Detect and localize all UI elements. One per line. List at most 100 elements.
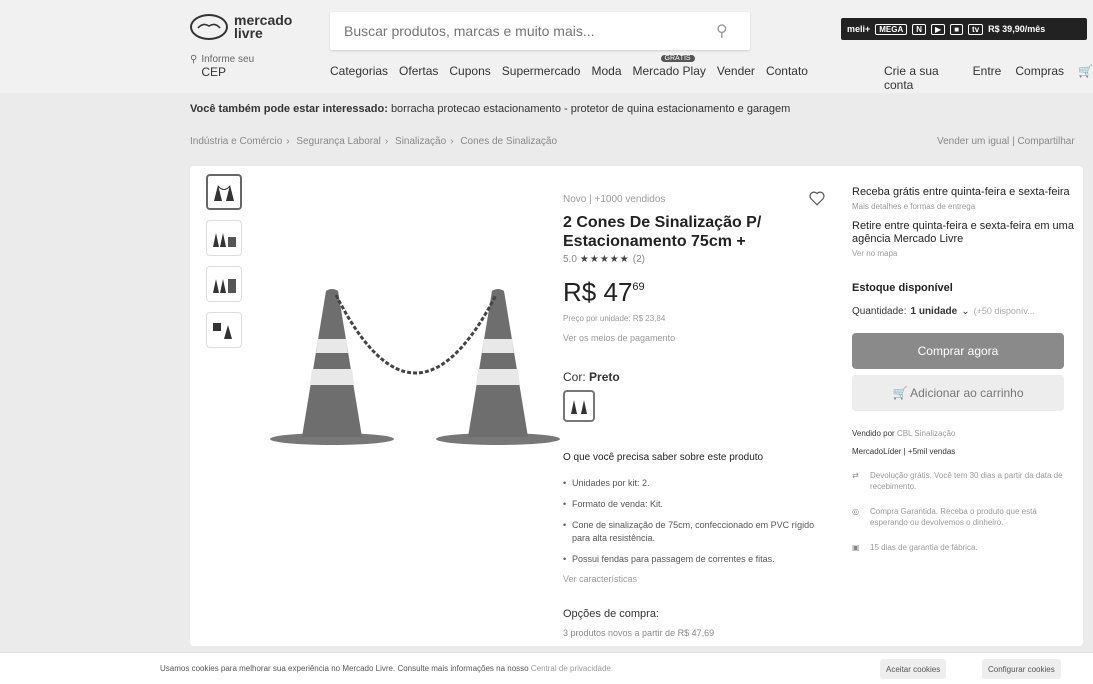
price-currency: R$ — [563, 277, 597, 307]
location-label: Informe seu — [201, 54, 255, 65]
breadcrumb-item[interactable]: Indústria e Comércio — [190, 136, 282, 147]
breadcrumb: Indústria e Comércio › Segurança Laboral ›… — [190, 136, 557, 147]
seller-badge: MercadoLíder — [852, 447, 902, 456]
breadcrumb-item[interactable]: Sinalização — [395, 136, 446, 147]
guarantee-text: Compra Garantida. Receba o produto que e… — [870, 507, 1037, 527]
promo-brand: meli+ — [847, 24, 871, 34]
product-main-image[interactable] — [250, 261, 580, 451]
return-policy: ⇄ Devolução grátis. Você tem 30 dias a p… — [852, 470, 1074, 492]
quantity-selector[interactable]: Quantidade: 1 unidade ⌄ (+50 disponív... — [852, 306, 1074, 317]
see-map-link[interactable]: Ver no mapa — [852, 249, 1074, 258]
buy-options-link[interactable]: 3 produtos novos a partir de R$ 47,69 — [563, 628, 823, 638]
feature-item: Formato de venda: Kit. — [563, 498, 823, 511]
cookie-message: Usamos cookies para melhorar sua experiê… — [160, 664, 613, 673]
stock-title: Estoque disponível — [852, 282, 953, 294]
seller-name-link[interactable]: CBL Sinalização — [897, 429, 955, 438]
quantity-available: (+50 disponív... — [973, 306, 1035, 316]
features-title: O que você precisa saber sobre este prod… — [563, 452, 764, 463]
color-swatch-preto[interactable] — [563, 390, 595, 422]
account-links: Crie a sua conta Entre Compras 🛒 — [884, 64, 1093, 92]
product-features: O que você precisa saber sobre este prod… — [563, 452, 823, 638]
sell-share-links: Vender um igual | Compartilhar — [937, 136, 1075, 147]
search-icon[interactable]: ⚲ — [716, 21, 736, 41]
header: mercadolivre ⚲ meli+ MEGA N ▶ ■ tv R$ 39… — [0, 0, 1093, 93]
cookie-text: Usamos cookies para melhorar sua experiê… — [160, 664, 529, 673]
rating-value: 5.0 — [563, 254, 577, 265]
shipping-info: Receba grátis entre quinta-feira e sexta… — [852, 186, 1070, 198]
play-tag: GRÁTIS — [660, 55, 695, 62]
product-price: R$ 4769 — [563, 277, 833, 308]
feature-item: Unidades por kit: 2. — [563, 477, 823, 490]
nav-vender[interactable]: Vender — [717, 64, 755, 78]
search-bar[interactable]: ⚲ — [330, 12, 750, 50]
see-characteristics-link[interactable]: Ver características — [563, 574, 823, 584]
configure-cookies-button[interactable]: Configurar cookies — [982, 659, 1061, 679]
chevron-down-icon: ⌄ — [961, 306, 970, 317]
location-selector[interactable]: ⚲ Informe seu CEP — [190, 54, 254, 79]
thumbnail-1[interactable] — [206, 174, 242, 210]
color-label: Cor: Preto — [563, 370, 833, 384]
add-to-cart-label: Adicionar ao carrinho — [910, 386, 1024, 400]
location-pin-icon: ⚲ — [190, 54, 198, 65]
breadcrumb-item[interactable]: Segurança Laboral — [296, 136, 381, 147]
breadcrumb-item[interactable]: Cones de Sinalização — [460, 136, 557, 147]
nav-categorias[interactable]: Categorias — [330, 64, 388, 78]
thumbnail-3[interactable] — [206, 266, 242, 302]
promo-price: R$ 39,90/mês — [988, 24, 1046, 34]
payment-methods-link[interactable]: Ver os meios de pagamento — [563, 333, 833, 343]
related-searches: Você também pode estar interessado: borr… — [190, 103, 790, 115]
quantity-label: Quantidade: — [852, 306, 907, 317]
seller-info: Vendido por CBL Sinalização — [852, 429, 1074, 438]
shipping-details-link[interactable]: Mais detalhes e formas de entrega — [852, 202, 1074, 211]
badge-icon: ▣ — [852, 543, 860, 552]
shield-check-icon: ◎ — [852, 507, 859, 516]
cart-icon[interactable]: 🛒 — [1078, 64, 1093, 92]
factory-warranty: ▣ 15 dias de garantia de fábrica. — [852, 542, 1074, 553]
add-to-cart-button[interactable]: 🛒 Adicionar ao carrinho — [852, 375, 1064, 411]
buy-now-button[interactable]: Comprar agora — [852, 333, 1064, 369]
seller-label: Vendido por — [852, 429, 895, 438]
nav-contato[interactable]: Contato — [766, 64, 808, 78]
privacy-center-link[interactable]: Central de privacidade. — [531, 664, 613, 673]
product-condition: Novo | +1000 vendidos — [563, 194, 666, 205]
create-account-link[interactable]: Crie a sua conta — [884, 64, 959, 92]
purchases-link[interactable]: Compras — [1015, 64, 1064, 92]
nav-supermercado[interactable]: Supermercado — [502, 64, 581, 78]
partner-icon: ▶ — [931, 23, 946, 35]
handshake-icon — [190, 14, 228, 40]
review-count: (2) — [632, 254, 645, 265]
quantity-value: 1 unidade — [910, 306, 958, 317]
mercado-livre-logo[interactable]: mercado livre — [190, 12, 293, 41]
nav-mercado-play[interactable]: GRÁTIS Mercado Play — [632, 55, 706, 78]
unit-price: Preço por unidade: R$ 23,84 — [563, 314, 666, 323]
location-value: CEP — [201, 65, 227, 79]
product-rating[interactable]: 5.0 ★★★★★ (2) — [563, 254, 833, 265]
partner-icon: tv — [968, 23, 984, 35]
nav-mercado-play-label: Mercado Play — [632, 64, 706, 78]
login-link[interactable]: Entre — [973, 64, 1002, 92]
accept-cookies-button[interactable]: Aceitar cookies — [880, 659, 947, 679]
feature-item: Possui fendas para passagem de correntes… — [563, 553, 823, 566]
search-input[interactable] — [344, 23, 716, 39]
logo-text: mercado livre — [234, 12, 293, 41]
related-link[interactable]: borracha protecao estacionamento - prote… — [391, 103, 790, 115]
color-label-text: Cor: — [563, 370, 586, 384]
share-link[interactable]: Compartilhar — [1017, 136, 1074, 147]
purchase-sidebar: Receba grátis entre quinta-feira e sexta… — [852, 186, 1074, 553]
promo-tag: MEGA — [875, 23, 908, 35]
pickup-info: Retire entre quinta-feira e sexta-feira … — [852, 220, 1074, 245]
meli-plus-banner[interactable]: meli+ MEGA N ▶ ■ tv R$ 39,90/mês — [841, 18, 1087, 40]
nav-ofertas[interactable]: Ofertas — [399, 64, 438, 78]
product-info: Novo | +1000 vendidos 2 Cones De Sinaliz… — [563, 194, 833, 422]
thumbnail-2[interactable] — [206, 220, 242, 256]
sell-same-link[interactable]: Vender um igual — [937, 136, 1009, 147]
price-integer: 47 — [603, 277, 633, 307]
color-value: Preto — [589, 370, 620, 384]
main-nav: Categorias Ofertas Cupons Supermercado M… — [330, 55, 808, 78]
seller-sales: +5mil vendas — [907, 447, 956, 456]
nav-moda[interactable]: Moda — [591, 64, 621, 78]
partner-icon: ■ — [950, 23, 964, 35]
seller-reputation: MercadoLíder | +5mil vendas — [852, 447, 1074, 456]
thumbnail-4[interactable] — [206, 312, 242, 348]
nav-cupons[interactable]: Cupons — [449, 64, 490, 78]
